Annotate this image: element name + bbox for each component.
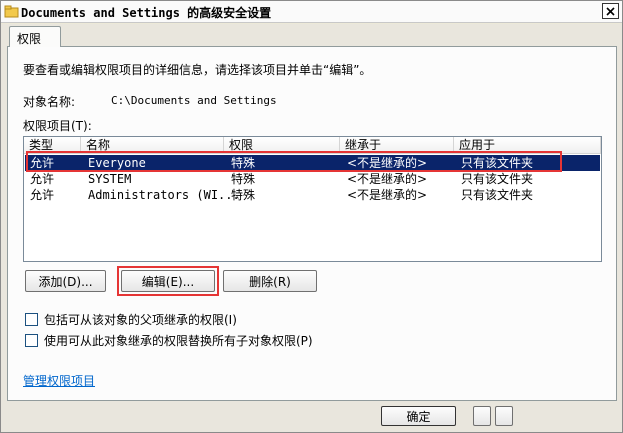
column-header-type[interactable]: 类型	[24, 137, 81, 154]
row-applies-to: 只有该文件夹	[461, 172, 534, 186]
edit-button[interactable]: 编辑(E)...	[121, 270, 215, 292]
object-name-label: 对象名称:	[23, 95, 76, 109]
row-inherited-from: <不是继承的>	[347, 172, 428, 186]
row-inherited-from: <不是继承的>	[347, 156, 428, 170]
column-header-applies-to[interactable]: 应用于	[454, 137, 601, 154]
instruction-text: 要查看或编辑权限项目的详细信息，请选择该项目并单击“编辑”。	[23, 63, 372, 77]
row-permission: 特殊	[231, 172, 256, 186]
row-applies-to: 只有该文件夹	[461, 156, 534, 170]
object-name-value: C:\Documents and Settings	[111, 94, 277, 107]
permission-entries-label: 权限项目(T):	[23, 119, 92, 133]
row-name: SYSTEM	[88, 172, 132, 186]
column-header-inherited-from[interactable]: 继承于	[340, 137, 454, 154]
advanced-security-settings-window: Documents and Settings 的高级安全设置 权限 要查看或编辑…	[0, 0, 623, 433]
table-row[interactable]: 允许 Administrators (WI... 特殊 <不是继承的> 只有该文…	[25, 187, 600, 203]
replace-child-permissions-checkbox[interactable]	[25, 334, 38, 347]
row-type: 允许	[30, 156, 55, 170]
tab-label: 权限	[17, 32, 42, 46]
tab-permissions[interactable]: 权限	[9, 26, 61, 47]
close-icon	[606, 6, 615, 16]
row-permission: 特殊	[231, 156, 256, 170]
permission-entries-list[interactable]: 类型 名称 权限 继承于 应用于 允许 Everyone 特殊 <不是继承的> …	[23, 136, 602, 262]
row-type: 允许	[30, 172, 55, 186]
close-button[interactable]	[602, 3, 619, 19]
table-row[interactable]: 允许 Everyone 特殊 <不是继承的> 只有该文件夹	[25, 155, 600, 171]
ok-button[interactable]: 确定	[381, 406, 456, 426]
include-inheritable-label[interactable]: 包括可从该对象的父项继承的权限(I)	[44, 311, 237, 328]
replace-child-permissions-label[interactable]: 使用可从此对象继承的权限替换所有子对象权限(P)	[44, 332, 313, 349]
title-bar[interactable]: Documents and Settings 的高级安全设置	[1, 1, 622, 23]
row-name: Administrators (WI...	[88, 188, 240, 202]
row-name: Everyone	[88, 156, 146, 170]
manage-permission-entries-link[interactable]: 管理权限项目	[23, 372, 95, 389]
include-inheritable-checkbox[interactable]	[25, 313, 38, 326]
apply-button-partial[interactable]	[495, 406, 513, 426]
row-inherited-from: <不是继承的>	[347, 188, 428, 202]
add-button[interactable]: 添加(D)...	[25, 270, 106, 292]
remove-button[interactable]: 删除(R)	[223, 270, 317, 292]
table-row[interactable]: 允许 SYSTEM 特殊 <不是继承的> 只有该文件夹	[25, 171, 600, 187]
list-header: 类型 名称 权限 继承于 应用于	[24, 137, 601, 154]
row-applies-to: 只有该文件夹	[461, 188, 534, 202]
folder-icon	[4, 5, 19, 18]
window-title: Documents and Settings 的高级安全设置	[21, 6, 272, 20]
column-header-name[interactable]: 名称	[81, 137, 224, 154]
row-permission: 特殊	[231, 188, 256, 202]
column-header-permission[interactable]: 权限	[224, 137, 340, 154]
row-type: 允许	[30, 188, 55, 202]
cancel-button-partial[interactable]	[473, 406, 491, 426]
